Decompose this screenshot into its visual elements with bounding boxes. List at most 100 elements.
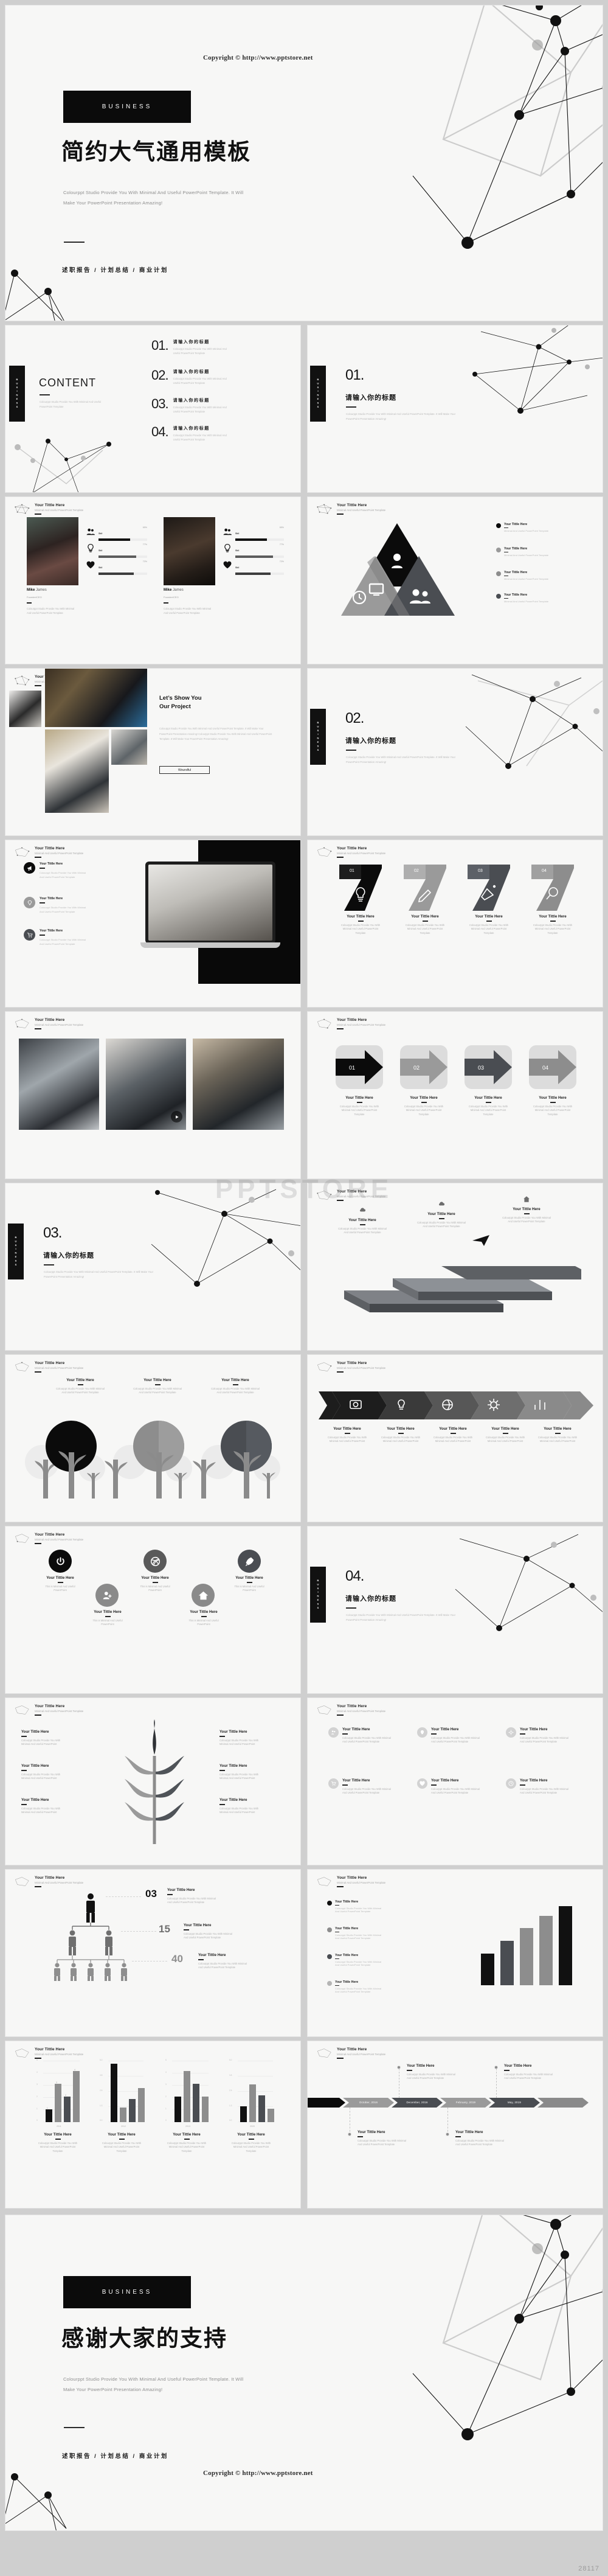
bar3d-caption-1: Your Tittle Here Colourppt Studio Provid… [338,1206,387,1235]
slide-trees[interactable]: Your Tittle Here Minimal And Useful Powe… [5,1354,301,1522]
slide-dotlist-chart[interactable]: Your Tittle Here Minimal And Useful Powe… [307,1869,603,2037]
grid-item-1[interactable]: Your Tittle Here Colourppt Studio Provid… [328,1727,407,1744]
avatar [164,517,215,585]
slide-header: Your Tittle Here Minimal And Useful Powe… [14,503,83,515]
pyramid-bullet-2[interactable]: Your Tittle Here Minimal And Useful Power… [496,547,548,557]
bar [111,2064,117,2122]
dot-item-1[interactable]: Your Tittle Here Colourppt Studio Provid… [327,1900,381,1913]
slide-circle-grid[interactable]: Your Tittle Here Minimal And Useful Powe… [307,1697,603,1865]
bar [120,2108,126,2122]
timeline-note-title: Your Tittle Here [358,2130,385,2134]
content-item-4[interactable]: 04. 请输入你的标题 Colourppt Studio Provide You… [151,425,227,442]
slide-arrows[interactable]: Your Tittle Here Minimal And Useful Powe… [307,1011,603,1179]
content-desc-line1: Colourppt Studio Provide You With Minima… [40,400,102,403]
content-item-3[interactable]: 03. 请输入你的标题 Colourppt Studio Provide You… [151,397,227,414]
section-desc-line2: PowerPoint Presentation Amazing! [346,417,387,421]
bullet-desc: Minimal And Useful PowerPoint Template [504,577,549,581]
network-icon [15,1877,29,1886]
slide-header-sub: Minimal And Useful PowerPoint Template [35,1881,84,1884]
stat-title: Your Tittle Here [167,1888,195,1892]
slide-banner-icons[interactable]: Your Tittle Here Minimal And Useful Powe… [307,1354,603,1522]
ytick: 0.0 [100,2119,103,2122]
side-tab: BUSINESS [9,366,25,422]
slide-header: Your Tittle Here Minimal And Useful Powe… [14,1018,83,1030]
member-description: Colourppt Studio Provide You With Minima… [27,607,74,616]
bar [184,2071,190,2122]
grid-item-2[interactable]: Your Tittle Here Colourppt Studio Provid… [417,1727,496,1744]
skill-percent: 72% [142,560,147,563]
heart-icon [86,561,95,569]
feature-desc1: Colourppt Studio Provide You With Minima… [40,938,86,941]
slide-section-01[interactable]: BUSINESS 01. 请输入你的标题 Colourppt Studio Pr… [307,325,603,493]
content-item-desc1: Colourppt Studio Provide You With Minima… [173,434,227,437]
slide-section-02[interactable]: BUSINESS 02. 请输入你的标题 Colourppt Studio Pr… [307,668,603,836]
feature-item-3[interactable]: Your Tittle Here Colourppt Studio Provid… [24,929,86,946]
banner-caption-5: Your Tittle Here Colourppt Studio Provid… [531,1427,584,1444]
bar3d-caption-2: Your Tittle Here Colourppt Studio Provid… [417,1200,466,1229]
slide-cover[interactable]: Copyright © http://www.pptstore.net BUSI… [5,5,603,321]
play-icon[interactable] [171,1111,182,1123]
pyramid-bullet-4[interactable]: Your Tittle Here Minimal And Useful Power… [496,593,548,603]
network-decoration-bottom-left [5,2473,67,2530]
section-desc-line1: Colourppt Studio Provide You With Minima… [44,1270,154,1273]
bulb-icon [417,1727,427,1738]
timeline-note-title: Your Tittle Here [407,2064,435,2068]
ytick: 3.8 [100,2074,103,2076]
dot-item-2[interactable]: Your Tittle Here Colourppt Studio Provid… [327,1927,381,1940]
slide-section-03[interactable]: BUSINESS 03. 请输入你的标题 Colourppt Studio Pr… [5,1183,301,1351]
slide-3d-bars[interactable]: Your Tittle Here Minimal And Useful Powe… [307,1183,603,1351]
grid-item-6[interactable]: Your Tittle Here Colourppt Studio Provid… [506,1778,585,1795]
slide-pyramid[interactable]: Your Tittle Here Minimal And Useful Powe… [307,496,603,664]
slide-project[interactable]: Your Tittle Here Minimal And Useful Powe… [5,668,301,836]
bullet-title: Your Tittle Here [504,593,528,597]
content-item-2[interactable]: 02. 请输入你的标题 Colourppt Studio Provide You… [151,369,227,385]
leaf-left-item-3: Your Tittle Here Colourppt Studio Provid… [21,1798,88,1815]
banner-caption-3: Your Tittle Here Colourppt Studio Provid… [427,1427,479,1444]
chart-1-caption: Your Tittle Here Colourppt Studio Provid… [29,2132,87,2153]
slide-leaf[interactable]: Your Tittle Here Minimal And Useful Powe… [5,1697,301,1865]
bar3d-title: Your Tittle Here [348,1218,376,1222]
arrow-number: 01 [349,1065,355,1071]
laptop-mockup [140,862,280,950]
gallery-image-3[interactable] [193,1039,284,1130]
grid-item-4[interactable]: Your Tittle Here Colourppt Studio Provid… [328,1778,407,1795]
content-item-1[interactable]: 01. 请输入你的标题 Colourppt Studio Provide You… [151,339,227,355]
dot-item-4[interactable]: Your Tittle Here Colourppt Studio Provid… [327,1980,381,1993]
plant-illustration [125,1719,184,1844]
slide-team[interactable]: Your Tittle Here Minimal And Useful Powe… [5,496,301,664]
slide-circle-icons[interactable]: Your Tittle Here Minimal And Useful Powe… [5,1526,301,1694]
grid-item-3[interactable]: Your Tittle Here Colourppt Studio Provid… [506,1727,585,1744]
stat-text-3: Your Tittle Here Colourppt Studio Provid… [198,1953,274,1970]
slide-section-04[interactable]: BUSINESS 04. 请输入你的标题 Colourppt Studio Pr… [307,1526,603,1694]
side-tab-label: BUSINESS [14,1236,18,1267]
slide-people-stats[interactable]: Your Tittle Here Minimal And Useful Powe… [5,1869,301,2037]
slide-gallery[interactable]: Your Tittle Here Minimal And Useful Powe… [5,1011,301,1179]
gallery-image-1[interactable] [19,1039,99,1130]
slide-features[interactable]: Your Tittle Here Minimal And Useful Powe… [5,840,301,1008]
feature-item-2[interactable]: Your Tittle Here Colourppt Studio Provid… [24,897,86,914]
leaf-right-item-1: Your Tittle Here Colourppt Studio Provid… [219,1730,286,1747]
slide-closing[interactable]: BUSINESS 感谢大家的支持 Colourppt Studio Provid… [5,2215,603,2531]
slide-content[interactable]: BUSINESS CONTENT Colourppt Studio Provid… [5,325,301,493]
slide-header-title: Your Tittle Here [35,1361,65,1365]
dot-item-3[interactable]: Your Tittle Here Colourppt Studio Provid… [327,1954,381,1966]
bullet-desc: Minimal And Useful PowerPoint Template [504,529,549,533]
grid-title: Your Tittle Here [342,1778,370,1783]
slide-ribbons[interactable]: Your Tittle Here Minimal And Useful Powe… [307,840,603,1008]
slide-timeline[interactable]: Your Tittle Here Minimal And Useful Powe… [307,2041,603,2209]
project-title-line2: Our Project [159,703,191,711]
skill-bar-fill [98,555,136,558]
pyramid-bullet-1[interactable]: Your Tittle Here Minimal And Useful Power… [496,523,548,532]
feature-desc2: And Useful PowerPoint Template [40,942,75,945]
grid-item-5[interactable]: Your Tittle Here Colourppt Studio Provid… [417,1778,496,1795]
project-cta-button[interactable]: Woundful [159,766,210,774]
ytick: 3 [36,2083,38,2086]
content-divider [40,394,50,395]
ribbon-1: 01 [339,865,382,911]
arrow-caption-2: Your Tittle Here Colourppt Studio Provid… [399,1096,449,1116]
section-title: 请输入你的标题 [345,1595,396,1603]
pyramid-bullet-3[interactable]: Your Tittle Here Minimal And Useful Power… [496,571,548,580]
slide-bar-charts[interactable]: Your Tittle Here Minimal And Useful Powe… [5,2041,301,2209]
content-item-desc1: Colourppt Studio Provide You With Minima… [173,377,227,380]
feature-item-1[interactable]: Your Tittle Here Colourppt Studio Provid… [24,862,86,879]
